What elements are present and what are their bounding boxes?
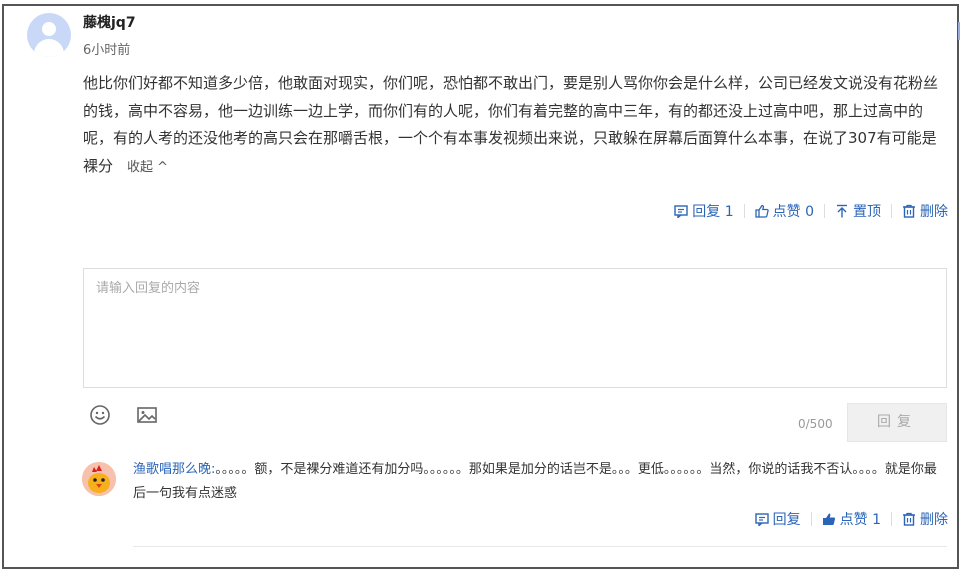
comment-actions: 回复 1 点赞 0 置顶 删除: [674, 201, 948, 221]
delete-label: 删除: [920, 204, 948, 220]
sub-like-label: 点赞 1: [839, 512, 881, 528]
scroll-edge: [958, 22, 964, 40]
trash-icon: [903, 512, 915, 526]
divider: [133, 546, 947, 547]
divider: [891, 512, 892, 526]
avatar-body-shape: [34, 39, 64, 57]
sub-delete-button[interactable]: 删除: [902, 509, 948, 529]
sub-reply-actions: 回复 点赞 1 删除: [754, 509, 948, 529]
divider: [810, 512, 812, 526]
delete-button[interactable]: 删除: [902, 201, 948, 221]
trash-icon: [903, 204, 915, 218]
avatar[interactable]: [27, 13, 71, 57]
collapse-link[interactable]: 收起 ^: [127, 160, 168, 175]
char-counter: 0/500: [798, 417, 833, 431]
reply-button[interactable]: 回复 1: [674, 201, 734, 221]
divider: [824, 204, 825, 218]
sub-reply-text: 渔歌唱那么晚:。。。。。额，不是裸分难道还有加分吗。。。。。。那如果是加分的话岂…: [133, 458, 949, 506]
divider: [891, 204, 892, 218]
sub-reply-content: 。。。。。额，不是裸分难道还有加分吗。。。。。。那如果是加分的话岂不是。。。更低…: [133, 462, 937, 501]
image-icon[interactable]: [136, 405, 158, 425]
thumbs-up-filled-icon: [822, 513, 835, 525]
sub-reply-username[interactable]: 渔歌唱那么晚:: [133, 462, 215, 477]
pin-button[interactable]: 置顶: [835, 201, 881, 221]
emoji-icon[interactable]: [89, 404, 111, 426]
comment-icon: [674, 205, 688, 218]
divider: [743, 204, 745, 218]
like-label: 点赞 0: [772, 204, 814, 220]
comment-timestamp: 6小时前: [83, 43, 131, 58]
chick-avatar-icon: [82, 462, 116, 496]
sub-reply-label: 回复: [772, 512, 801, 528]
sub-like-button[interactable]: 点赞 1: [822, 509, 881, 529]
comment-content: 他比你们好都不知道多少倍，他敢面对现实，你们呢，恐怕都不敢出门，要是别人骂你你会…: [83, 70, 949, 181]
sub-reply-button[interactable]: 回复: [754, 509, 801, 529]
thumbs-up-icon: [754, 204, 769, 218]
comment-username[interactable]: 藤槐jq7: [83, 12, 136, 32]
comment-text: 他比你们好都不知道多少倍，他敢面对现实，你们呢，恐怕都不敢出门，要是别人骂你你会…: [83, 74, 939, 175]
reply-input[interactable]: [84, 269, 946, 387]
reply-label: 回复 1: [692, 204, 734, 220]
avatar[interactable]: [82, 462, 116, 496]
submit-reply-button[interactable]: 回复: [847, 403, 947, 442]
pin-label: 置顶: [853, 204, 881, 220]
comment-icon: [754, 513, 769, 526]
sub-delete-label: 删除: [920, 512, 948, 528]
pin-top-icon: [837, 204, 847, 218]
avatar-head-shape: [42, 22, 56, 36]
like-button[interactable]: 点赞 0: [754, 201, 814, 221]
reply-input-box: [83, 268, 947, 388]
